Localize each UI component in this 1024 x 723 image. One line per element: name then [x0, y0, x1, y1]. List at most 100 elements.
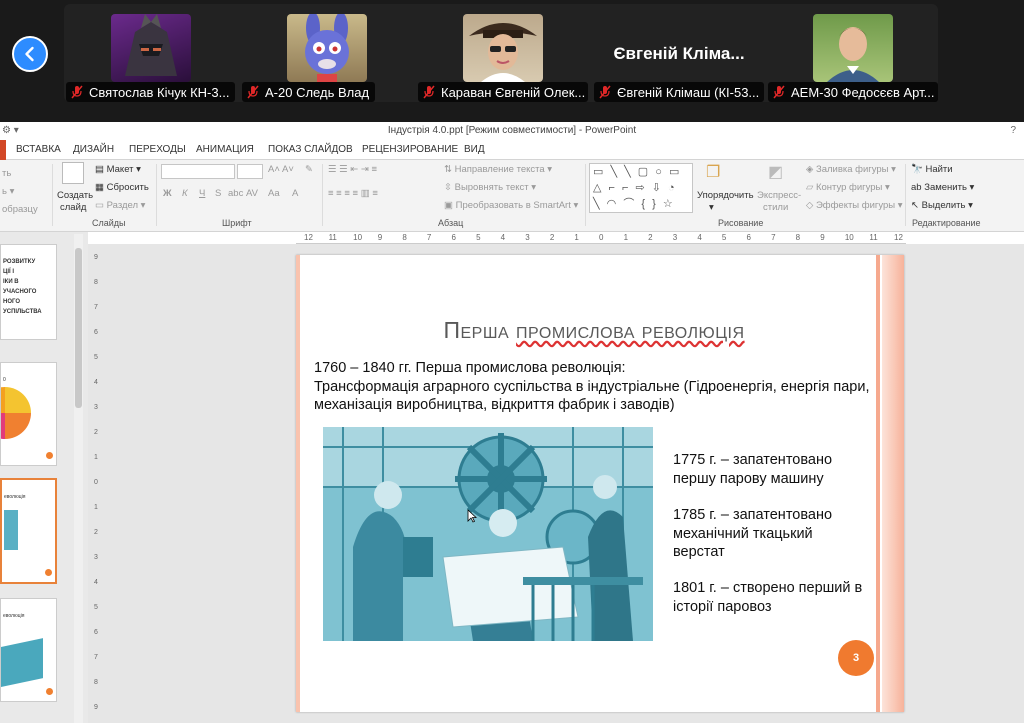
man-photo-avatar: [813, 14, 893, 82]
ruler-tick: 0: [94, 479, 98, 486]
ruler-tick: 7: [426, 233, 432, 242]
align-buttons[interactable]: ≡ ≡ ≡ ≡ ▥ ≡: [328, 188, 378, 199]
char-spacing-button[interactable]: AV: [246, 188, 258, 199]
slide-thumbnail[interactable]: РОЗВИТКУ ЦІЇ І ІКИ В УЧАСНОГО НОГО УСПІЛ…: [0, 244, 57, 340]
select-button[interactable]: ↖ Выделить ▾: [911, 200, 973, 211]
change-case-button[interactable]: Aa: [268, 188, 280, 199]
align-text-button[interactable]: ⇳ Выровнять текст ▾: [444, 182, 536, 193]
bunny-avatar: [287, 14, 367, 82]
slide-number-badge: 3: [838, 640, 874, 676]
shadow-button[interactable]: abc: [228, 188, 243, 199]
current-slide[interactable]: Перша промислова революція 1760 – 1840 г…: [296, 255, 904, 712]
find-button[interactable]: 🔭 Найти: [911, 164, 953, 175]
horizontal-ruler: 12 11 10 9 8 7 6 5 4 3 2 1 0 1 2 3 4 5 6 7 8 9 10 11 12: [296, 232, 906, 244]
font-size-buttons[interactable]: A˄ A˅: [268, 164, 294, 175]
participant-name: Євгеній Клімаш (КІ-53...: [617, 84, 760, 100]
previous-page-button[interactable]: [12, 36, 48, 72]
tab-insert[interactable]: ВСТАВКА: [16, 144, 61, 155]
participant-tile[interactable]: АЕМ-30 Федосєєв Арт...: [766, 4, 940, 102]
section-button[interactable]: ▭ Раздел ▾: [95, 200, 145, 211]
fact-steam-engine[interactable]: 1775 г. – запатентовано першу парову маш…: [673, 451, 863, 488]
slide-thumbnail-selected[interactable]: еволюція: [0, 478, 57, 584]
ruler-tick: 3: [525, 233, 530, 242]
underline-button[interactable]: Ч: [199, 188, 205, 199]
participant-tile[interactable]: Святослав Кічук КН-3...: [64, 4, 238, 102]
participant-tile[interactable]: Караван Євгеній Олек...: [416, 4, 590, 102]
font-name-box[interactable]: [161, 164, 235, 179]
slide-thumbnails-pane: РОЗВИТКУ ЦІЇ І ІКИ В УЧАСНОГО НОГО УСПІЛ…: [0, 232, 88, 723]
tab-view[interactable]: ВИД: [464, 144, 485, 155]
ruler-tick: 9: [820, 233, 825, 242]
ruler-tick: 1: [574, 233, 579, 242]
italic-button[interactable]: К: [182, 188, 188, 199]
ruler-tick: 10: [844, 233, 854, 242]
thumbnails-scrollbar[interactable]: [74, 234, 83, 723]
ruler-tick: 2: [94, 529, 98, 536]
participant-tile[interactable]: А-20 Следь Влад: [240, 4, 414, 102]
ruler-tick: 1: [94, 504, 98, 511]
ruler-tick: 12: [304, 233, 313, 242]
ruler-tick: 7: [771, 233, 776, 242]
window-title: Індустрія 4.0.ppt [Режим совместимости] …: [387, 125, 637, 136]
ruler-tick: 9: [94, 704, 98, 711]
convert-smartart-button[interactable]: ▣ Преобразовать в SmartArt ▾: [444, 200, 578, 211]
tab-design[interactable]: ДИЗАЙН: [73, 144, 114, 155]
fact-power-loom[interactable]: 1785 г. – запатентовано механічний ткаць…: [673, 506, 863, 562]
ruler-tick: 0: [599, 233, 604, 242]
industrial-illustration[interactable]: [323, 427, 653, 641]
shape-outline-button[interactable]: ▱ Контур фигуры ▾: [806, 182, 890, 193]
layout-button[interactable]: ▤ Макет ▾: [95, 164, 141, 175]
participant-name: Караван Євгеній Олек...: [441, 84, 586, 100]
cursor-icon: ↖: [911, 200, 919, 211]
font-color-button[interactable]: A: [292, 188, 298, 199]
title-bar: ⚙ ▾ Індустрія 4.0.ppt [Режим совместимос…: [0, 122, 1024, 140]
powerpoint-window: ⚙ ▾ Індустрія 4.0.ppt [Режим совместимос…: [0, 122, 1024, 723]
replace-button[interactable]: ab Заменить ▾: [911, 182, 974, 193]
file-tab[interactable]: [0, 140, 6, 160]
slide-body-text[interactable]: 1760 – 1840 гг. Перша промислова революц…: [314, 359, 874, 415]
tab-animation[interactable]: АНИМАЦИЯ: [196, 144, 254, 155]
new-slide-button[interactable]: Создать: [57, 190, 93, 201]
arrange-button[interactable]: Упорядочить: [697, 190, 754, 201]
tab-slideshow[interactable]: ПОКАЗ СЛАЙДОВ: [268, 144, 353, 155]
muted-mic-icon: [599, 85, 611, 99]
slide-title[interactable]: Перша промислова революція: [336, 317, 852, 344]
muted-mic-icon: [71, 85, 83, 99]
slide-thumbnail[interactable]: 0: [0, 362, 57, 466]
reset-button[interactable]: ▦ Сбросить: [95, 182, 149, 193]
ruler-tick: 8: [795, 233, 801, 242]
tab-transitions[interactable]: ПЕРЕХОДЫ: [129, 144, 186, 155]
ruler-tick: 6: [746, 233, 751, 242]
shape-effects-button[interactable]: ◇ Эффекты фигуры ▾: [806, 200, 903, 211]
ruler-tick: 12: [894, 233, 903, 242]
strikethrough-button[interactable]: S: [215, 188, 221, 199]
format-painter-button[interactable]: образцу: [2, 204, 38, 215]
fact-locomotive[interactable]: 1801 г. – створено перший в історії паро…: [673, 579, 863, 616]
ruler-tick: 5: [721, 233, 727, 242]
muted-mic-icon: [247, 85, 259, 99]
ruler-tick: 4: [94, 379, 98, 386]
ruler-tick: 4: [94, 579, 98, 586]
tab-review[interactable]: РЕЦЕНЗИРОВАНИЕ: [362, 144, 458, 155]
shape-fill-button[interactable]: ◈ Заливка фигуры ▾: [806, 164, 896, 175]
ruler-tick: 3: [94, 404, 98, 411]
slides-group-label: Слайды: [92, 218, 126, 228]
participant-tile[interactable]: Євгеній Кліма... Євгеній Клімаш (КІ-53..…: [592, 4, 766, 102]
quick-access-toolbar[interactable]: ⚙ ▾: [2, 122, 19, 140]
quick-styles-button[interactable]: Экспресс-: [757, 190, 801, 201]
ruler-tick: 11: [328, 233, 337, 242]
slide-thumbnail[interactable]: еволюція: [0, 598, 57, 702]
bold-button[interactable]: Ж: [163, 188, 172, 199]
font-size-box[interactable]: [237, 164, 263, 179]
meeting-participant-strip: Святослав Кічук КН-3... А-20 Следь Влад …: [0, 0, 1024, 122]
participant-name: А-20 Следь Влад: [265, 84, 370, 100]
clear-format-icon[interactable]: ✎: [305, 164, 313, 175]
help-button[interactable]: ?: [1010, 122, 1016, 140]
binoculars-icon: 🔭: [911, 164, 923, 175]
cut-button[interactable]: ть: [2, 168, 11, 179]
ruler-tick: 6: [94, 629, 98, 636]
copy-button[interactable]: ь ▾: [2, 186, 14, 197]
text-direction-button[interactable]: ⇅ Направление текста ▾: [444, 164, 552, 175]
shapes-gallery[interactable]: ▭ ╲ ╲ ▢ ○ ▭ △ ⌐ ⌐ ⇨ ⇩ ◔ ╲ ◠ ⌒ { } ☆: [589, 163, 693, 213]
list-buttons[interactable]: ☰ ☰ ⇤ ⇥ ≡: [328, 164, 377, 175]
